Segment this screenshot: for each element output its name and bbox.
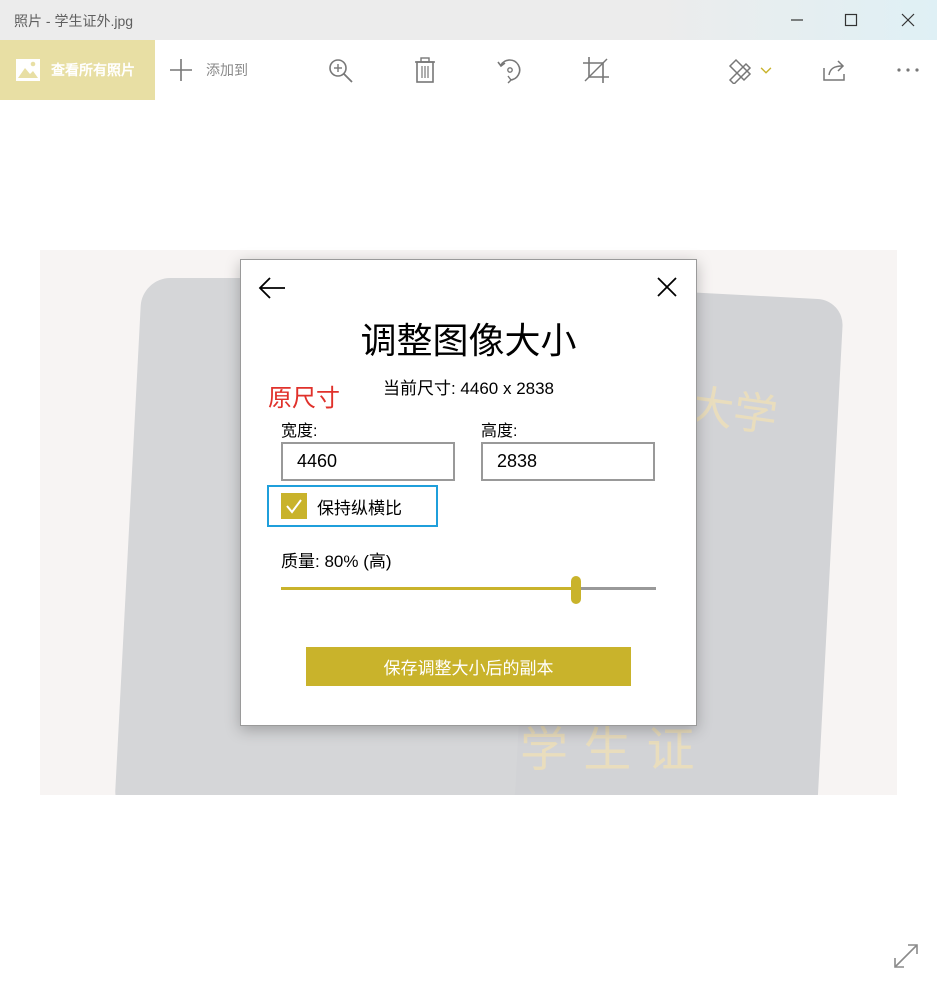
quality-slider[interactable] — [281, 576, 656, 604]
rotate-icon — [497, 59, 521, 84]
back-button[interactable] — [257, 274, 287, 302]
add-to-label: 添加到 — [206, 62, 248, 78]
edit-create-button[interactable] — [725, 55, 755, 85]
maximize-icon — [844, 13, 858, 27]
keep-aspect-ratio-label: 保持纵横比 — [317, 498, 402, 518]
edit-icon — [728, 58, 752, 84]
close-window-button[interactable] — [880, 0, 936, 40]
height-label: 高度: — [481, 423, 518, 440]
toolbar: 查看所有照片 添加到 — [0, 40, 937, 100]
minimize-button[interactable] — [769, 0, 825, 40]
view-all-photos-button[interactable]: 查看所有照片 — [0, 40, 155, 100]
dialog-close-button[interactable] — [654, 274, 680, 300]
checkmark-icon — [286, 499, 302, 514]
more-options-button[interactable] — [893, 55, 923, 85]
add-to-button[interactable]: 添加到 — [168, 40, 248, 100]
share-button[interactable] — [819, 55, 849, 85]
save-resized-copy-button[interactable]: 保存调整大小后的副本 — [306, 647, 631, 686]
close-icon — [657, 277, 677, 297]
more-icon — [897, 68, 919, 72]
plus-icon — [170, 59, 192, 81]
original-size-annotation: 原尺寸 — [268, 384, 340, 412]
dialog-title: 调整图像大小 — [360, 321, 577, 362]
view-all-photos-label: 查看所有照片 — [51, 62, 135, 78]
minimize-icon — [791, 19, 803, 21]
slider-thumb[interactable] — [571, 576, 581, 604]
height-input[interactable]: 2838 — [481, 442, 655, 481]
back-arrow-icon — [258, 277, 285, 299]
checkbox-box — [281, 493, 307, 519]
keep-aspect-ratio-checkbox[interactable]: 保持纵横比 — [267, 485, 438, 527]
expand-icon — [894, 944, 918, 968]
width-label: 宽度: — [281, 423, 318, 440]
edit-dropdown-button[interactable] — [756, 55, 776, 85]
chevron-down-icon — [760, 67, 772, 74]
share-icon — [823, 60, 845, 81]
delete-icon — [415, 57, 435, 83]
zoom-button[interactable] — [325, 55, 355, 85]
title-bar: 照片 - 学生证外.jpg — [0, 0, 937, 40]
fullscreen-button[interactable] — [892, 942, 920, 970]
width-input[interactable]: 4460 — [281, 442, 455, 481]
quality-label: 质量: 80% (高) — [281, 552, 392, 571]
delete-button[interactable] — [410, 55, 440, 85]
crop-icon — [583, 57, 609, 83]
resize-dialog: 调整图像大小 当前尺寸: 4460 x 2838 原尺寸 宽度: 高度: 446… — [240, 259, 697, 726]
window-title: 照片 - 学生证外.jpg — [14, 13, 134, 29]
slider-fill — [281, 587, 571, 590]
maximize-button[interactable] — [823, 0, 879, 40]
zoom-icon — [329, 59, 353, 83]
close-icon — [901, 13, 915, 27]
photos-icon — [16, 59, 40, 81]
crop-button[interactable] — [581, 55, 611, 85]
rotate-button[interactable] — [495, 55, 525, 85]
